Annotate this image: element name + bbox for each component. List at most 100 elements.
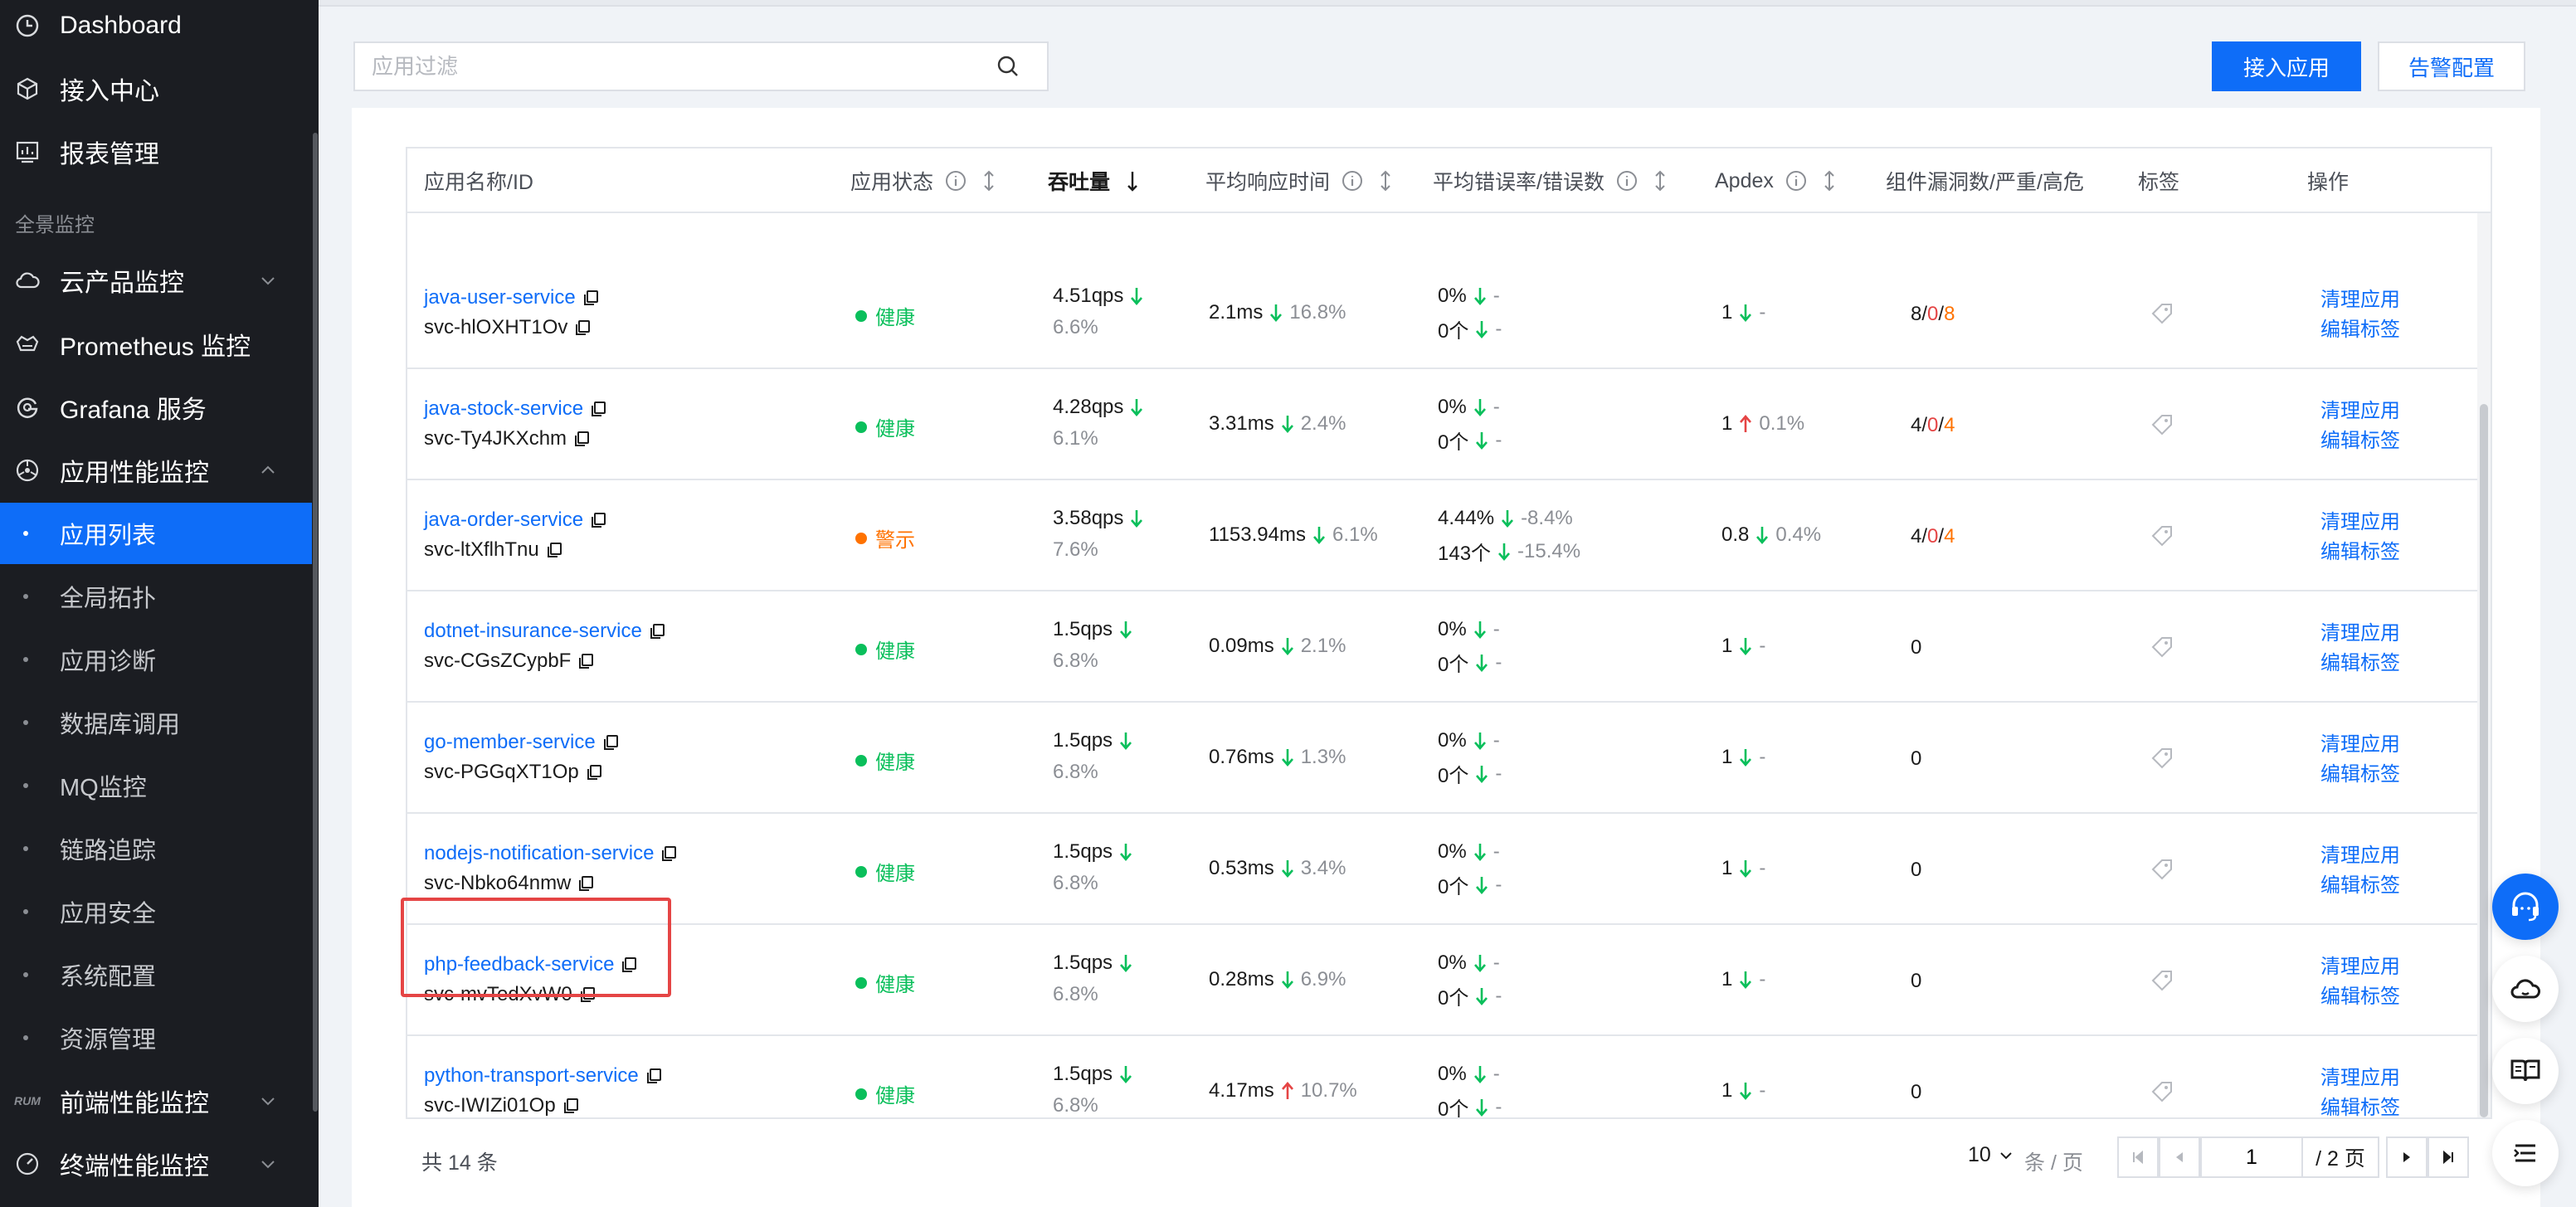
copy-icon[interactable] xyxy=(546,542,562,558)
sidebar-sub-system-config[interactable]: 系统配置 xyxy=(0,944,312,1005)
app-name-link[interactable]: java-user-service xyxy=(424,286,576,309)
edit-tags-link[interactable]: 编辑标签 xyxy=(2320,313,2400,342)
copy-icon[interactable] xyxy=(649,623,665,640)
clean-app-link[interactable]: 清理应用 xyxy=(2320,839,2400,868)
chevron-down-icon[interactable] xyxy=(259,1092,277,1110)
sidebar-sub-app-diagnosis[interactable]: 应用诊断 xyxy=(0,629,312,690)
edit-tags-link[interactable]: 编辑标签 xyxy=(2320,980,2400,1009)
menu-button[interactable] xyxy=(2492,1120,2559,1186)
tag-icon[interactable] xyxy=(2150,412,2174,437)
col-error-header[interactable]: 平均错误率/错误数 xyxy=(1433,148,1668,213)
tag-icon[interactable] xyxy=(2150,523,2174,548)
copy-icon[interactable] xyxy=(573,431,590,447)
sidebar-item-rum[interactable]: RUM 前端性能监控 xyxy=(0,1070,312,1132)
edit-tags-link[interactable]: 编辑标签 xyxy=(2320,1091,2400,1117)
edit-tags-link[interactable]: 编辑标签 xyxy=(2320,869,2400,898)
copy-icon[interactable] xyxy=(645,1068,662,1084)
col-apdex-header[interactable]: Apdex xyxy=(1715,148,1837,213)
clean-app-link[interactable]: 清理应用 xyxy=(2320,616,2400,645)
edit-tags-link[interactable]: 编辑标签 xyxy=(2320,424,2400,453)
prev-page-button[interactable] xyxy=(2159,1136,2200,1178)
tag-icon[interactable] xyxy=(2150,857,2174,882)
sidebar-item-apm[interactable]: 应用性能监控 xyxy=(0,440,312,501)
copy-icon[interactable] xyxy=(562,1097,579,1114)
app-name-link[interactable]: java-order-service xyxy=(424,509,583,532)
sidebar-item-terminal[interactable]: 终端性能监控 xyxy=(0,1133,312,1195)
app-filter-input[interactable] xyxy=(355,43,994,90)
connect-app-button[interactable]: 接入应用 xyxy=(2212,41,2361,91)
info-icon[interactable] xyxy=(1616,170,1638,192)
app-name-link[interactable]: nodejs-notification-service xyxy=(424,842,654,865)
clean-app-link[interactable]: 清理应用 xyxy=(2320,505,2400,534)
copy-icon[interactable] xyxy=(602,734,619,751)
next-page-button[interactable] xyxy=(2386,1136,2427,1178)
sidebar-item-cloud-monitor[interactable]: 云产品监控 xyxy=(0,250,312,311)
app-filter[interactable] xyxy=(353,41,1049,91)
col-throughput-header[interactable]: 吞吐量 xyxy=(1048,148,1140,213)
copy-icon[interactable] xyxy=(660,845,677,862)
docs-button[interactable] xyxy=(2492,1038,2559,1104)
sidebar-scrollbar[interactable] xyxy=(312,0,319,1207)
sidebar-item-report[interactable]: 报表管理 xyxy=(0,121,312,183)
col-latency-header[interactable]: 平均响应时间 xyxy=(1205,148,1393,213)
info-icon[interactable] xyxy=(945,170,967,192)
support-button[interactable] xyxy=(2492,874,2559,940)
chevron-up-icon[interactable] xyxy=(259,461,277,479)
tag-icon[interactable] xyxy=(2150,968,2174,993)
clean-app-link[interactable]: 清理应用 xyxy=(2320,1061,2400,1090)
copy-icon[interactable] xyxy=(586,764,602,781)
first-page-button[interactable] xyxy=(2117,1136,2159,1178)
table-scrollbar[interactable] xyxy=(2477,213,2491,1117)
sort-icon[interactable] xyxy=(1822,170,1837,192)
sort-icon[interactable] xyxy=(1378,170,1393,192)
sidebar-sub-mq-monitor[interactable]: MQ监控 xyxy=(0,755,312,816)
clean-app-link[interactable]: 清理应用 xyxy=(2320,394,2400,423)
copy-icon[interactable] xyxy=(577,653,594,669)
tag-icon[interactable] xyxy=(2150,301,2174,326)
sidebar-item-grafana[interactable]: Grafana 服务 xyxy=(0,377,312,438)
search-icon[interactable] xyxy=(994,52,1022,80)
copy-icon[interactable] xyxy=(582,290,599,306)
sidebar-sub-resource-mgmt[interactable]: 资源管理 xyxy=(0,1007,312,1068)
copy-icon[interactable] xyxy=(590,512,606,528)
sidebar-sub-global-topology[interactable]: 全局拓扑 xyxy=(0,566,312,627)
page-size-select[interactable]: 10 xyxy=(1968,1143,2014,1167)
copy-icon[interactable] xyxy=(577,875,594,892)
clean-app-link[interactable]: 清理应用 xyxy=(2320,728,2400,757)
tag-icon[interactable] xyxy=(2150,635,2174,659)
sidebar-scrollbar-thumb[interactable] xyxy=(313,133,318,1112)
app-name-link[interactable]: java-stock-service xyxy=(424,397,583,421)
copy-icon[interactable] xyxy=(590,401,606,417)
sidebar-sub-trace[interactable]: 链路追踪 xyxy=(0,818,312,879)
copy-icon[interactable] xyxy=(579,986,596,1003)
table-scrollbar-thumb[interactable] xyxy=(2480,404,2488,1117)
sidebar-sub-app-list[interactable]: 应用列表 xyxy=(0,503,312,564)
app-name-link[interactable]: go-member-service xyxy=(424,731,596,754)
sidebar-sub-app-security[interactable]: 应用安全 xyxy=(0,881,312,942)
sidebar-item-dashboard[interactable]: Dashboard xyxy=(0,0,312,56)
edit-tags-link[interactable]: 编辑标签 xyxy=(2320,535,2400,564)
col-status-header[interactable]: 应用状态 xyxy=(850,148,996,213)
sidebar-item-prometheus[interactable]: Prometheus 监控 xyxy=(0,314,312,375)
cloud-assistant-button[interactable] xyxy=(2492,956,2559,1022)
chevron-down-icon[interactable] xyxy=(259,271,277,290)
app-name-link[interactable]: php-feedback-service xyxy=(424,953,614,976)
tag-icon[interactable] xyxy=(2150,1079,2174,1104)
app-name-link[interactable]: python-transport-service xyxy=(424,1064,639,1088)
alert-config-button[interactable]: 告警配置 xyxy=(2378,41,2525,91)
chevron-down-icon[interactable] xyxy=(259,1155,277,1173)
sort-desc-icon[interactable] xyxy=(1125,170,1140,192)
copy-icon[interactable] xyxy=(621,956,637,973)
sidebar-item-access-center[interactable]: 接入中心 xyxy=(0,58,312,119)
tag-icon[interactable] xyxy=(2150,746,2174,771)
app-name-link[interactable]: dotnet-insurance-service xyxy=(424,620,642,643)
page-number-input[interactable] xyxy=(2200,1136,2303,1178)
sidebar-sub-db-calls[interactable]: 数据库调用 xyxy=(0,692,312,753)
info-icon[interactable] xyxy=(1785,170,1807,192)
edit-tags-link[interactable]: 编辑标签 xyxy=(2320,757,2400,786)
edit-tags-link[interactable]: 编辑标签 xyxy=(2320,646,2400,675)
copy-icon[interactable] xyxy=(574,319,591,336)
last-page-button[interactable] xyxy=(2427,1136,2469,1178)
sort-icon[interactable] xyxy=(981,170,996,192)
clean-app-link[interactable]: 清理应用 xyxy=(2320,283,2400,312)
